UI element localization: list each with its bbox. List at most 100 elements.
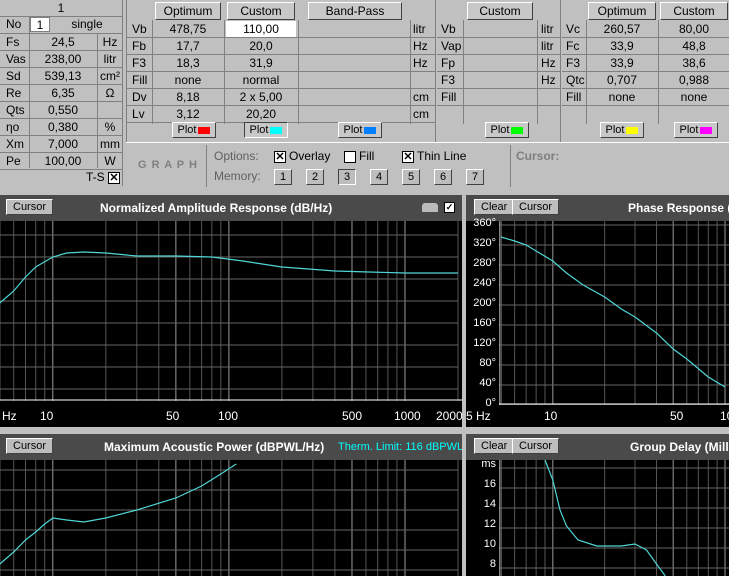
ts-param-value[interactable]: 0,380 <box>30 119 96 136</box>
ts-param-value[interactable]: 7,000 <box>30 136 96 153</box>
ts-param-label: Qts <box>6 103 25 117</box>
ts-checkbox[interactable]: ✕ <box>108 172 120 184</box>
sealed-custom-value[interactable]: 48,8 <box>659 38 729 55</box>
ts-param-value[interactable]: 100,00 <box>30 153 96 170</box>
plot-label: Plot <box>249 124 269 136</box>
passive-plot-button[interactable]: Plot <box>485 122 529 138</box>
amplitude-option-checkbox[interactable]: ✓ <box>444 202 455 213</box>
phase-cursor-button[interactable]: Cursor <box>512 199 560 215</box>
power-title: Maximum Acoustic Power (dBPWL/Hz) <box>104 440 325 454</box>
vented-custom-value[interactable]: 31,9 <box>226 55 296 72</box>
sealed-optimum-value: 260,57 <box>603 22 641 36</box>
memory-button-7[interactable]: 7 <box>466 169 484 185</box>
delay-y-tick: 12 <box>483 518 496 530</box>
phase-y-tick: 240° <box>473 277 496 289</box>
vented-custom-button[interactable]: Custom <box>227 2 295 20</box>
green-swatch <box>511 126 524 134</box>
delay-y-tick: ms <box>481 458 496 470</box>
power-cursor-button[interactable]: Cursor <box>6 438 54 454</box>
memory-button-6[interactable]: 6 <box>434 169 452 185</box>
delay-title: Group Delay (Milli <box>630 440 729 454</box>
vented-custom-value[interactable]: 20,20 <box>226 106 296 123</box>
ts-panel: 1 No 1 single Fs 24,5 Hz Vas 238,00 litr Sd 539… <box>0 0 125 186</box>
vented-optimum-plot-button[interactable]: Plot <box>172 122 216 138</box>
sealed-custom-value[interactable]: 38,6 <box>659 55 729 72</box>
memory-button-2[interactable]: 2 <box>306 169 324 185</box>
plot-label: Plot <box>343 124 363 136</box>
ts-no-label: No <box>6 17 22 31</box>
passive-param-label: Fp <box>441 56 456 70</box>
car-icon[interactable] <box>422 203 438 212</box>
ts-param-value[interactable]: 0,550 <box>30 102 96 119</box>
vented-custom-value[interactable]: normal <box>226 72 296 89</box>
ts-param-label: Sd <box>6 69 21 83</box>
phase-y-tick: 320° <box>473 237 496 249</box>
passive-param-label: Fill <box>441 90 457 104</box>
sealed-custom-plot-button[interactable]: Plot <box>674 122 718 138</box>
ts-mode[interactable]: single <box>52 16 122 33</box>
amplitude-x-tick: 10 <box>40 409 54 423</box>
ts-no-field[interactable]: 1 <box>30 17 50 32</box>
sealed-custom-button[interactable]: Custom <box>660 2 728 20</box>
memory-button-3[interactable]: 3 <box>338 169 356 185</box>
vented-optimum-button[interactable]: Optimum <box>155 2 221 20</box>
amplitude-x-tick: 50 <box>166 409 180 423</box>
vented-optimum-value: 3,12 <box>176 107 200 121</box>
thin-line-checkbox[interactable]: ✕ <box>402 151 414 163</box>
splitter-horizontal[interactable] <box>0 427 729 434</box>
phase-graph[interactable]: Clear Cursor Phase Response ( 360° 320° 28… <box>466 195 729 427</box>
vented-unit <box>413 72 435 89</box>
phase-x-tick: 10 <box>544 409 558 423</box>
passive-param-label: Vap <box>441 39 462 53</box>
phase-y-tick: 360° <box>473 217 496 229</box>
delay-plot <box>499 460 729 576</box>
sealed-optimum-plot-button[interactable]: Plot <box>600 122 644 138</box>
sealed-custom-value[interactable]: 0,988 <box>659 72 729 89</box>
ts-param-unit: cm² <box>100 69 120 83</box>
memory-button-1[interactable]: 1 <box>274 169 292 185</box>
vented-param-label: Vb <box>132 22 147 36</box>
vented-param-label: Fb <box>132 39 147 53</box>
phase-plot <box>499 221 729 405</box>
vented-custom-value[interactable]: 20,0 <box>226 38 296 55</box>
delay-y-tick: 14 <box>483 498 496 510</box>
delay-cursor-button[interactable]: Cursor <box>512 438 560 454</box>
ts-param-label: Fs <box>6 35 20 49</box>
bandpass-plot-button[interactable]: Plot <box>338 122 382 138</box>
therm-limit-label: Therm. Limit: 116 dBPWL <box>338 441 462 453</box>
sealed-panel: Optimum Custom Vc 260,57 80,00 Fc 33,9 48,8 F3… <box>562 0 729 142</box>
fill-label: Fill <box>359 149 375 163</box>
phase-clear-button[interactable]: Clear <box>474 199 515 215</box>
ts-param-value[interactable]: 539,13 <box>30 68 96 85</box>
options-label: Options: <box>214 149 259 163</box>
ts-param-unit: litr <box>103 52 117 66</box>
memory-button-4[interactable]: 4 <box>370 169 388 185</box>
ts-param-value[interactable]: 24,5 <box>30 34 96 51</box>
vented-custom-value[interactable]: 2 x 5,00 <box>226 89 296 106</box>
power-graph[interactable]: Cursor Maximum Acoustic Power (dBPWL/Hz)… <box>0 434 462 576</box>
delay-graph[interactable]: Clear Cursor Group Delay (Milli ms 16 14 12… <box>466 434 729 576</box>
bandpass-button[interactable]: Band-Pass <box>308 2 402 20</box>
graph-label: G R A P H <box>138 159 198 171</box>
ts-param-value[interactable]: 238,00 <box>30 51 96 68</box>
sealed-optimum-button[interactable]: Optimum <box>588 2 656 20</box>
vented-unit: cm <box>413 90 429 104</box>
vented-custom-plot-button[interactable]: Plot <box>244 122 288 138</box>
overlay-checkbox[interactable]: ✕ <box>274 151 286 163</box>
memory-button-5[interactable]: 5 <box>402 169 420 185</box>
passive-custom-button[interactable]: Custom <box>467 2 533 20</box>
amplitude-cursor-button[interactable]: Cursor <box>6 199 54 215</box>
phase-y-tick: 0° <box>485 397 496 409</box>
sealed-custom-value[interactable]: 80,00 <box>659 21 729 38</box>
splitter-vertical[interactable] <box>462 188 466 576</box>
sealed-custom-value[interactable]: none <box>659 89 729 106</box>
ts-param-value[interactable]: 6,35 <box>30 85 96 102</box>
vented-optimum-value: 8,18 <box>176 90 200 104</box>
sealed-optimum-value: 0,707 <box>606 73 638 87</box>
delay-clear-button[interactable]: Clear <box>474 438 515 454</box>
ts-param-unit: Hz <box>102 35 118 49</box>
sealed-param-label: Fc <box>566 39 580 53</box>
amplitude-graph[interactable]: Cursor Normalized Amplitude Response (dB… <box>0 195 462 427</box>
vented-custom-value[interactable]: 110,00 <box>226 21 296 38</box>
fill-checkbox[interactable] <box>344 151 356 163</box>
